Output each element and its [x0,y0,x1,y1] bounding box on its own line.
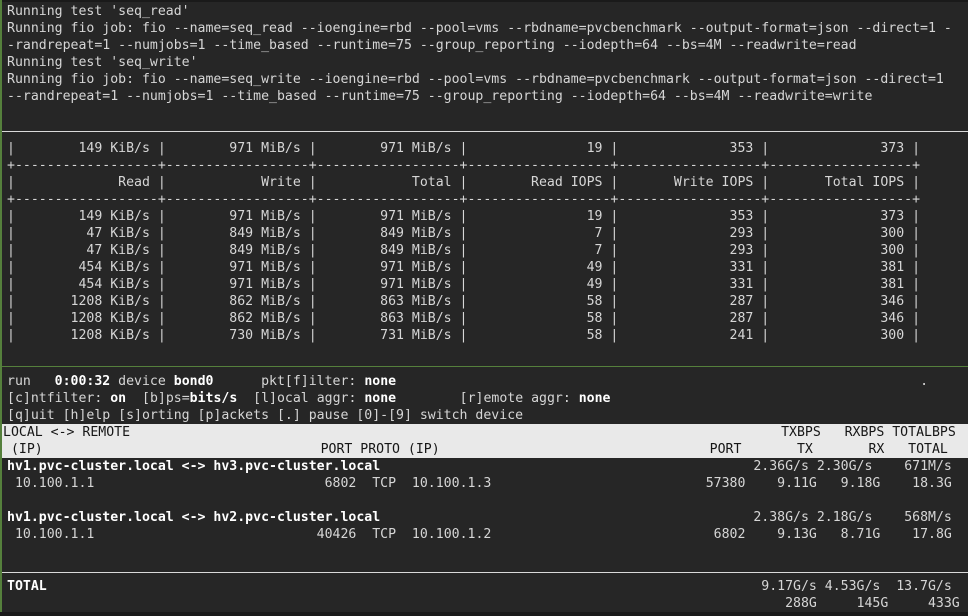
jnettop-keys-line: [q]uit [h]elp [s]orting [p]ackets [.] pa… [7,407,968,424]
table-data-row: | 454 KiB/s | 971 MiB/s | 971 MiB/s | 49… [7,259,968,276]
fio-log-line: -randrepeat=1 --numjobs=1 --time_based -… [7,37,968,54]
top-edge-strip [0,0,968,2]
table-current-row: | 149 KiB/s | 971 MiB/s | 971 MiB/s | 19… [7,140,968,157]
jnettop-total-bytes-line: 288G 145G 433G [7,595,968,612]
jnettop-status-line-2: [c]ntfilter: on [b]ps=bits/s [l]ocal agg… [7,390,968,407]
table-data-row: | 454 KiB/s | 971 MiB/s | 971 MiB/s | 49… [7,276,968,293]
pane-divider-green [0,366,968,367]
fio-log-line: Running test 'seq_read' [7,3,968,20]
table-separator: +------------------+------------------+-… [7,191,968,208]
connection-detail-line: 10.100.1.1 40426 TCP 10.100.1.2 6802 9.1… [7,526,968,543]
jnettop-total-block: TOTAL 9.17G/s 4.53G/s 13.7G/s [7,578,968,612]
jnettop-total-rates-line: TOTAL 9.17G/s 4.53G/s 13.7G/s [7,578,968,595]
jnettop-pane: run 0:00:32 device bond0 pkt[f]ilter: no… [7,373,968,543]
fio-log-pane: Running test 'seq_read' Running fio job:… [7,3,968,105]
left-pane-border [0,0,2,612]
table-data-row: | 47 KiB/s | 849 MiB/s | 849 MiB/s | 7 |… [7,242,968,259]
pane-divider [0,131,968,132]
jnettop-status-line-1: run 0:00:32 device bond0 pkt[f]ilter: no… [7,373,968,390]
table-data-row: | 1208 KiB/s | 730 MiB/s | 731 MiB/s | 5… [7,327,968,344]
fio-log-line: Running test 'seq_write' [7,54,968,71]
connection-host-line: hv1.pvc-cluster.local <-> hv2.pvc-cluste… [7,509,968,526]
connection-detail-line: 10.100.1.1 6802 TCP 10.100.1.3 57380 9.1… [7,475,968,492]
table-separator: +------------------+------------------+-… [7,157,968,174]
fio-log-line: Running fio job: fio --name=seq_write --… [7,71,968,88]
total-divider [0,572,968,573]
table-header-row: | Read | Write | Total | Read IOPS | Wri… [7,174,968,191]
blank-line [7,492,968,509]
table-data-row: | 149 KiB/s | 971 MiB/s | 971 MiB/s | 19… [7,208,968,225]
connection-host-line: hv1.pvc-cluster.local <-> hv3.pvc-cluste… [7,458,968,475]
table-data-row: | 1208 KiB/s | 862 MiB/s | 863 MiB/s | 5… [7,293,968,310]
fio-results-table-pane: | 149 KiB/s | 971 MiB/s | 971 MiB/s | 19… [7,140,968,344]
terminal-window[interactable]: Running test 'seq_read' Running fio job:… [0,0,968,616]
fio-log-line: Running fio job: fio --name=seq_read --i… [7,20,968,37]
fio-log-line: --randrepeat=1 --numjobs=1 --time_based … [7,88,968,105]
jnettop-header-line-2: (IP) PORT PROTO (IP) PORT TX RX TOTAL [0,441,968,458]
table-data-row: | 47 KiB/s | 849 MiB/s | 849 MiB/s | 7 |… [7,225,968,242]
bottom-edge-strip [0,612,968,616]
jnettop-header-line-1: LOCAL <-> REMOTE TXBPS RXBPS TOTALBPS [0,424,968,441]
table-data-row: | 1208 KiB/s | 862 MiB/s | 863 MiB/s | 5… [7,310,968,327]
